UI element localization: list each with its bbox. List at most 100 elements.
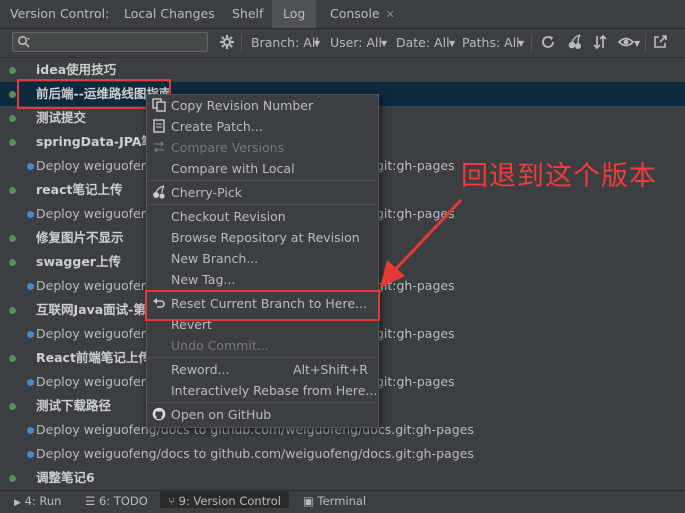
commit-message: Deploy weiguofeng (36, 326, 157, 341)
user-filter[interactable]: User: All (330, 35, 382, 50)
tab-label: Shelf (232, 6, 264, 21)
patch-icon (153, 119, 165, 133)
cherry-pick-icon (153, 185, 165, 199)
commit-message: springData-JPA笔 (36, 134, 154, 149)
tool-tab-label: 6: TODO (98, 494, 148, 508)
eye-icon[interactable] (618, 34, 634, 50)
refresh-icon[interactable] (540, 34, 556, 50)
menu-item-label: Copy Revision Number (171, 98, 314, 113)
menu-separator (148, 402, 377, 403)
commit-dot (27, 379, 34, 386)
copy-icon (152, 98, 166, 112)
keyboard-shortcut: Alt+Shift+R (293, 362, 368, 377)
commit-dot (9, 403, 16, 410)
menu-item-label: Interactively Rebase from Here... (171, 383, 378, 398)
commit-row[interactable]: Deploy weiguofeng/docs to github.com/wei… (0, 442, 685, 466)
date-filter[interactable]: Date: All (396, 35, 450, 50)
gear-icon[interactable] (219, 34, 235, 50)
tab-shelf[interactable]: Shelf (221, 0, 274, 28)
branch-filter[interactable]: Branch: All (251, 35, 319, 50)
menu-item-label: Checkout Revision (171, 209, 286, 224)
commit-message: 调整笔记6 (36, 470, 95, 485)
log-toolbar: Branch: All ▼ User: All ▼ Date: All ▼ Pa… (0, 29, 685, 58)
commit-message-tail: .git:gh-pages (372, 374, 455, 389)
menu-item-checkout-revision[interactable]: Checkout Revision (147, 206, 378, 227)
tab-console[interactable]: Console ✕ (319, 0, 406, 28)
menu-separator (148, 204, 377, 205)
commit-message: 修复图片不显示 (36, 230, 124, 245)
menu-item-new-tag[interactable]: New Tag... (147, 269, 378, 290)
search-icon[interactable] (17, 35, 31, 49)
menu-item-reword[interactable]: Reword... Alt+Shift+R (147, 359, 378, 380)
cherry-pick-icon[interactable] (567, 34, 583, 50)
terminal-icon: ▣ (303, 494, 314, 508)
menu-item-label: Create Patch... (171, 119, 263, 134)
tool-tab-label: 9: Version Control (178, 494, 281, 508)
menu-item-new-branch[interactable]: New Branch... (147, 248, 378, 269)
terminal-tool-tab[interactable]: ▣ Terminal (303, 491, 366, 508)
toolbar-separator (531, 34, 532, 52)
menu-item-undo-commit: Undo Commit... (147, 335, 378, 356)
commit-dot (27, 283, 34, 290)
commit-message: Deploy weiguofeng (36, 158, 157, 173)
run-tool-tab[interactable]: ▶ 4: Run (14, 491, 61, 508)
menu-separator (148, 357, 377, 358)
commit-message: Deploy weiguofeng (36, 374, 157, 389)
toolbar-separator (241, 34, 242, 52)
reset-item-highlight (145, 290, 380, 321)
commit-message: Deploy weiguofeng/docs to github.com/wei… (36, 446, 474, 461)
menu-item-label: Cherry-Pick (171, 185, 242, 200)
list-icon: ☰ (85, 494, 96, 508)
commit-message: react笔记上传 (36, 182, 123, 197)
menu-item-label: New Tag... (171, 272, 236, 287)
commit-dot (27, 451, 34, 458)
version-control-tool-tab[interactable]: ⑂ 9: Version Control (160, 491, 289, 508)
close-icon[interactable]: ✕ (386, 8, 395, 21)
menu-item-interactive-rebase[interactable]: Interactively Rebase from Here... (147, 380, 378, 401)
chevron-down-icon: ▼ (449, 39, 456, 48)
menu-item-open-github[interactable]: Open on GitHub (147, 404, 378, 425)
tab-label: Console (330, 6, 380, 21)
menu-item-compare-local[interactable]: Compare with Local (147, 158, 378, 179)
commit-dot (27, 163, 34, 170)
commit-dot (27, 427, 34, 434)
commit-dot (27, 331, 34, 338)
chevron-down-icon: ▼ (634, 39, 641, 48)
search-input[interactable] (35, 34, 207, 52)
todo-tool-tab[interactable]: ☰ 6: TODO (85, 491, 148, 508)
commit-dot (9, 307, 16, 314)
commit-dot (9, 475, 16, 482)
menu-item-label: Browse Repository at Revision (171, 230, 360, 245)
commit-message: 测试下载路径 (36, 398, 112, 413)
chevron-down-icon: ▼ (518, 39, 525, 48)
menu-item-copy-revision[interactable]: Copy Revision Number (147, 95, 378, 116)
commit-dot (9, 139, 16, 146)
search-box[interactable] (12, 32, 208, 52)
commit-dot (9, 259, 16, 266)
menu-item-cherry-pick[interactable]: Cherry-Pick (147, 182, 378, 203)
commit-dot (27, 211, 34, 218)
commit-dot (9, 91, 16, 98)
tool-tab-label: Terminal (317, 494, 367, 508)
chevron-down-icon: ▼ (314, 39, 321, 48)
commit-row[interactable]: 调整笔记6 (0, 466, 685, 490)
tab-log[interactable]: Log (272, 0, 317, 28)
github-icon (152, 407, 166, 421)
toolbar-separator (645, 34, 646, 52)
menu-item-label: Compare Versions (171, 140, 285, 155)
menu-item-compare-versions: Compare Versions (147, 137, 378, 158)
compare-icon (154, 141, 164, 153)
commit-context-menu: Copy Revision Number Create Patch... Com… (146, 94, 379, 428)
menu-item-label: New Branch... (171, 251, 259, 266)
sort-icon[interactable] (592, 34, 608, 50)
commit-message-tail: .git:gh-pages (372, 158, 455, 173)
menu-item-browse-repository[interactable]: Browse Repository at Revision (147, 227, 378, 248)
menu-item-create-patch[interactable]: Create Patch... (147, 116, 378, 137)
commit-dot (9, 115, 16, 122)
chevron-down-icon: ▼ (381, 39, 388, 48)
commit-dot (9, 187, 16, 194)
tab-label: Log (283, 6, 306, 21)
open-external-icon[interactable] (652, 34, 668, 50)
tab-local-changes[interactable]: Local Changes (113, 0, 226, 28)
paths-filter[interactable]: Paths: All (462, 35, 520, 50)
